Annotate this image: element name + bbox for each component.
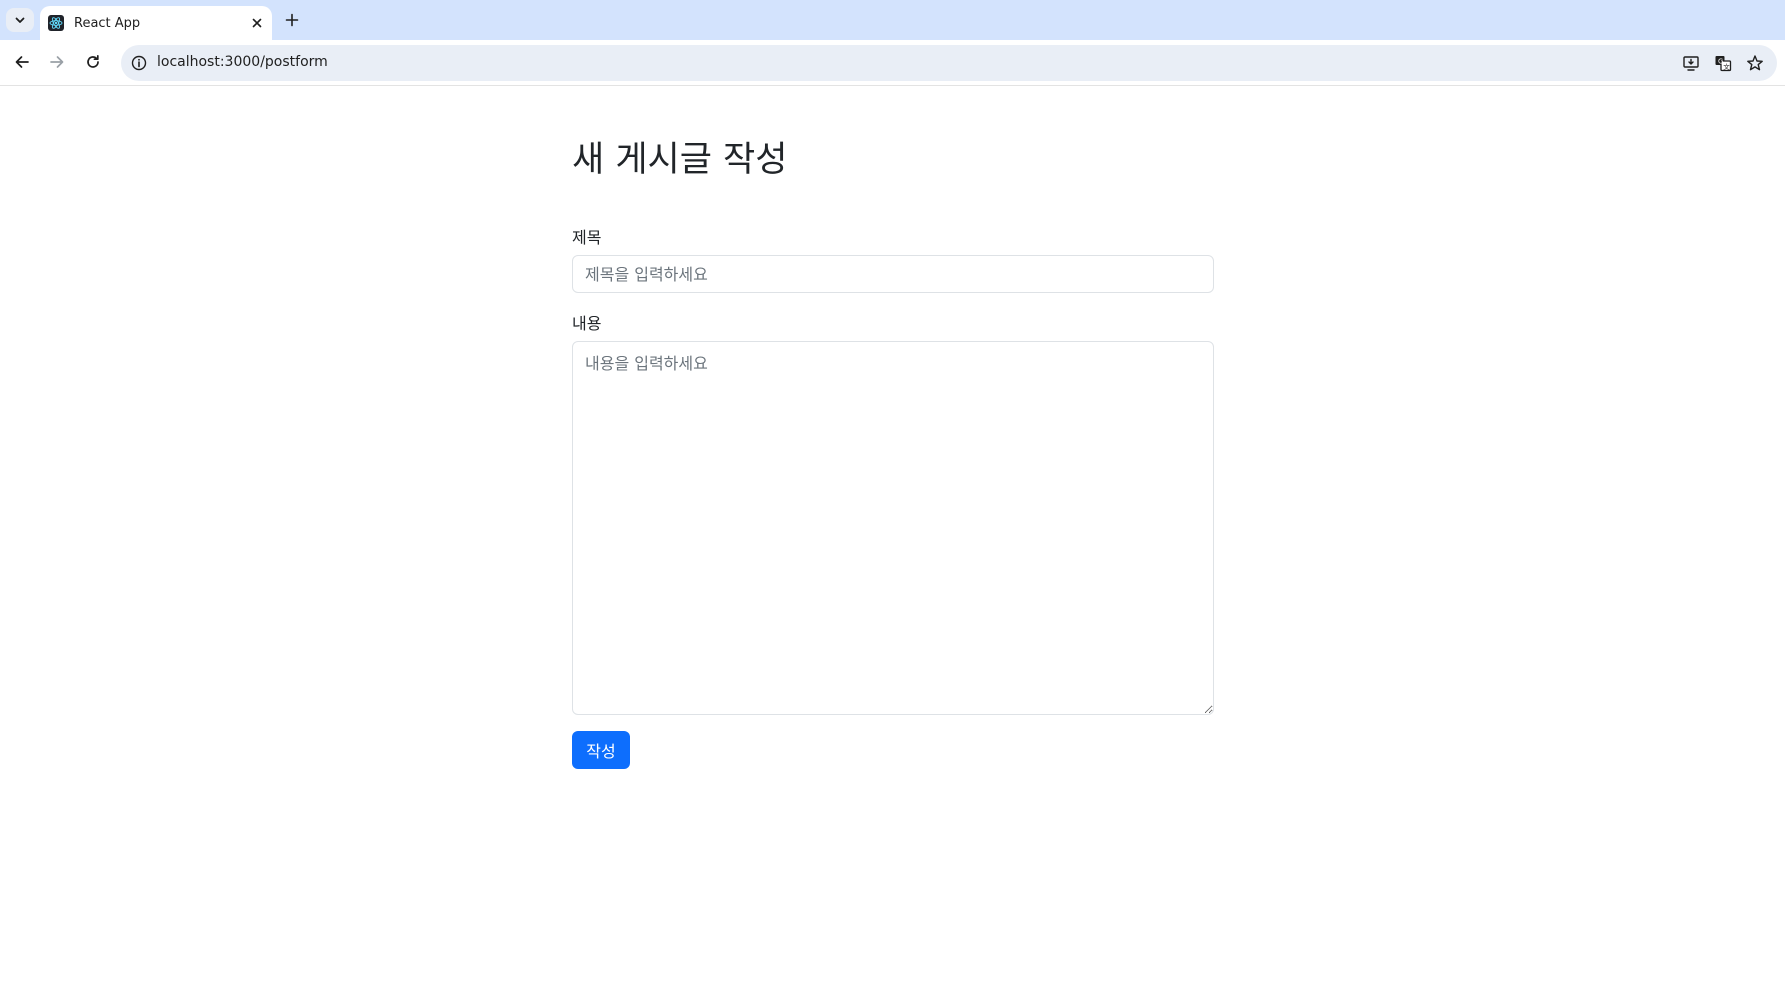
- content-label: 내용: [572, 314, 602, 333]
- install-app-icon[interactable]: [1681, 53, 1701, 73]
- browser-tab-strip: React App: [0, 0, 1785, 40]
- back-button[interactable]: [9, 49, 35, 75]
- forward-button[interactable]: [44, 49, 70, 75]
- arrow-right-icon: [50, 56, 64, 68]
- browser-toolbar: localhost:3000/postform G 文: [0, 40, 1785, 86]
- arrow-left-icon: [15, 56, 29, 68]
- info-icon[interactable]: [129, 53, 149, 73]
- svg-text:文: 文: [1723, 62, 1730, 71]
- url-text[interactable]: localhost:3000/postform: [157, 54, 328, 70]
- address-bar[interactable]: localhost:3000/postform G 文: [121, 45, 1777, 81]
- tab-title: React App: [74, 15, 141, 31]
- chevron-down-icon: [15, 17, 25, 23]
- page-content: 새 게시글 작성 제목 내용 작성: [0, 87, 1785, 991]
- reload-button[interactable]: [80, 49, 106, 75]
- submit-button[interactable]: 작성: [572, 731, 630, 769]
- react-logo-icon: [48, 15, 64, 31]
- page-title: 새 게시글 작성: [572, 140, 788, 180]
- content-textarea[interactable]: [572, 341, 1214, 715]
- star-icon[interactable]: [1745, 53, 1765, 73]
- translate-icon[interactable]: G 文: [1713, 53, 1733, 73]
- title-input[interactable]: [572, 255, 1214, 293]
- plus-icon: [285, 13, 299, 27]
- browser-tab-active[interactable]: React App: [40, 6, 272, 40]
- title-label: 제목: [572, 228, 602, 247]
- reload-icon: [87, 54, 99, 68]
- tab-search-button[interactable]: [6, 8, 34, 32]
- new-tab-button[interactable]: [280, 9, 304, 31]
- close-icon[interactable]: [248, 14, 266, 32]
